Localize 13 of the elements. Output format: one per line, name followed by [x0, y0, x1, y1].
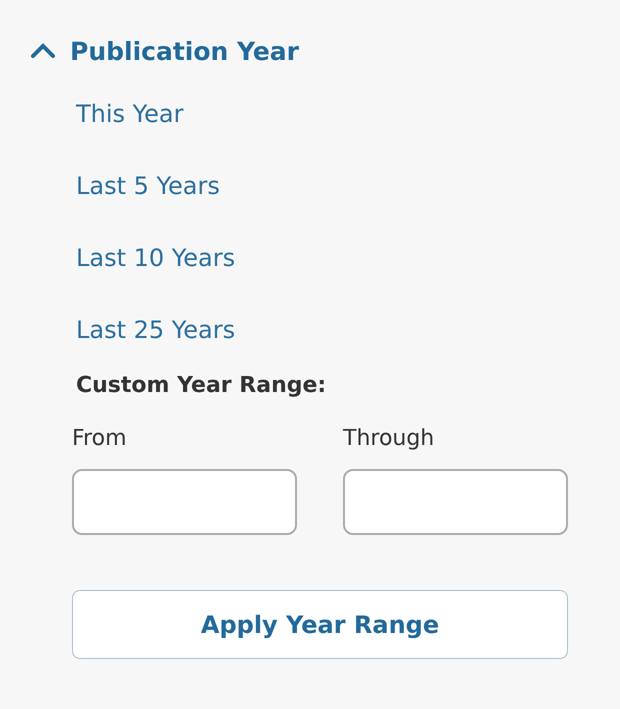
year-option-link[interactable]: Last 25 Years — [76, 312, 236, 349]
filter-header[interactable]: Publication Year — [0, 30, 300, 72]
custom-range-heading: Custom Year Range: — [76, 373, 328, 398]
apply-button[interactable]: Apply Year Range — [72, 590, 568, 659]
year-input-field[interactable] — [343, 469, 568, 535]
field-label: Through — [343, 426, 436, 451]
year-option-link[interactable]: This Year — [76, 96, 184, 133]
chevron-icon — [30, 43, 56, 59]
year-option-link[interactable]: Last 10 Years — [76, 240, 236, 277]
filter-title: Publication Year — [70, 36, 300, 66]
field-label: From — [72, 426, 128, 451]
year-option-link[interactable]: Last 5 Years — [76, 168, 220, 205]
year-input-field[interactable] — [72, 469, 297, 535]
